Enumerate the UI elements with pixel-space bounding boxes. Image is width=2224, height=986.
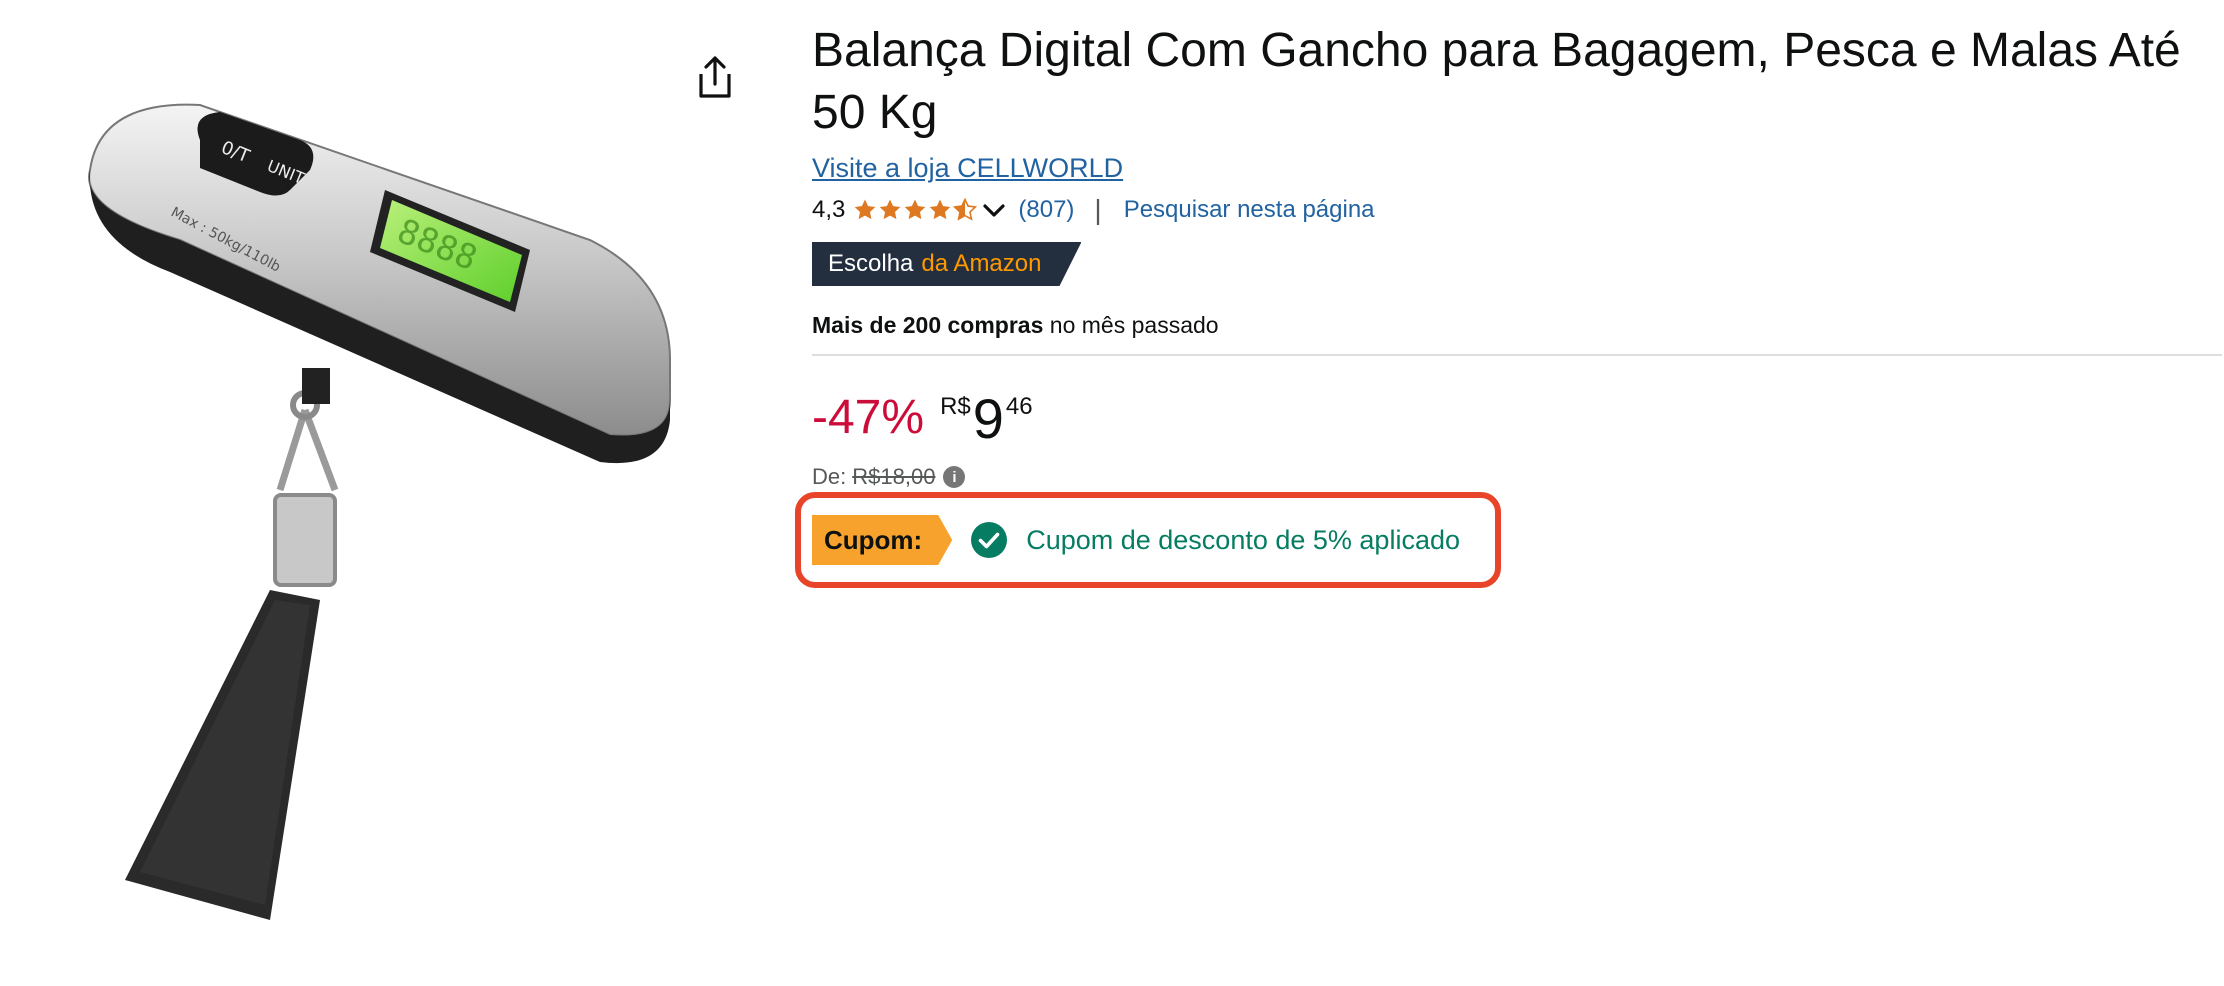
star-rating[interactable] xyxy=(853,198,978,222)
share-icon xyxy=(699,56,731,98)
amazon-choice-badge[interactable]: Escolha da Amazon xyxy=(812,242,1081,286)
chevron-down-icon[interactable] xyxy=(980,198,1008,222)
product-page: 0/T UNIT 8888 Max : 50kg/110lb Balança D… xyxy=(0,0,2224,986)
coupon-applied-text: Cupom de desconto de 5% aplicado xyxy=(1026,524,1460,555)
list-price: R$18,00 xyxy=(852,464,936,489)
purchases-bold: Mais de 200 compras xyxy=(812,312,1044,338)
list-price-row: De: R$18,00 i xyxy=(812,464,2224,490)
half-star-icon xyxy=(953,198,978,221)
store-link[interactable]: Visite a loja CELLWORLD xyxy=(812,150,1123,186)
badge-label-2: da Amazon xyxy=(921,250,1042,277)
badge-label-1: Escolha xyxy=(828,250,914,277)
price-whole: 9 xyxy=(972,387,1004,450)
review-count-link[interactable]: (807) xyxy=(1018,196,1074,224)
star-icon xyxy=(905,199,926,220)
list-price-label: De: xyxy=(812,464,847,489)
rating-row: 4,3 (807) | Pesquisar nesta página xyxy=(812,190,2224,230)
info-icon[interactable]: i xyxy=(943,466,966,488)
product-image[interactable]: 0/T UNIT 8888 Max : 50kg/110lb xyxy=(70,100,690,930)
star-icon xyxy=(855,199,876,220)
price-fraction: 46 xyxy=(1005,393,1033,420)
share-button[interactable] xyxy=(692,52,738,102)
product-details: Balança Digital Com Gancho para Bagagem,… xyxy=(795,20,2224,588)
purchases-info: Mais de 200 compras no mês passado xyxy=(812,310,2224,340)
star-icon xyxy=(880,199,901,220)
star-icon xyxy=(930,199,951,220)
discount-percent: -47% xyxy=(812,391,925,444)
product-title: Balança Digital Com Gancho para Bagagem,… xyxy=(812,24,2181,139)
check-circle-icon xyxy=(971,522,1008,558)
divider xyxy=(812,354,2222,356)
coupon-tag: Cupom: xyxy=(812,515,952,565)
separator: | xyxy=(1094,194,1102,225)
search-page-link[interactable]: Pesquisar nesta página xyxy=(1124,196,1375,224)
purchases-rest: no mês passado xyxy=(1049,312,1219,338)
price-currency: R$ xyxy=(940,393,971,420)
rating-value: 4,3 xyxy=(812,196,846,223)
coupon-row: Cupom: Cupom de desconto de 5% aplicado xyxy=(812,514,1460,566)
price-row: -47% R$ 9 46 xyxy=(812,390,2224,450)
